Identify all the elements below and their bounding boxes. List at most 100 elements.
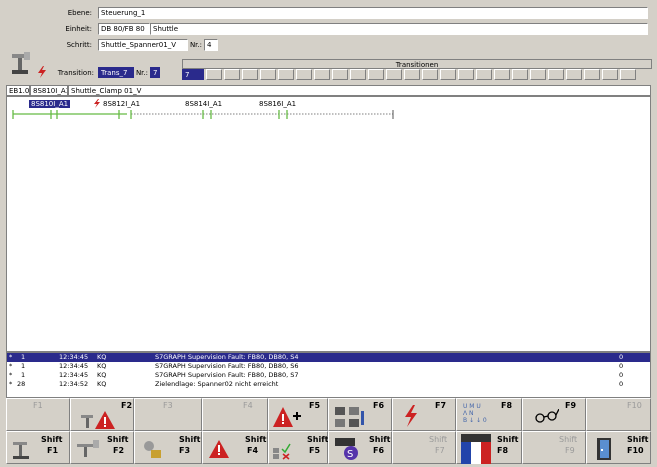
message-row[interactable]: * 28 12:34:52 KQ Zielendlage: Spanner02 … <box>7 380 650 389</box>
exit-door-icon <box>597 438 613 462</box>
path-seg-1[interactable]: EB1.0 <box>6 85 30 96</box>
shift-label: Shift <box>369 435 391 444</box>
msg-kind: KQ <box>97 371 107 379</box>
msg-mark: * <box>9 353 13 361</box>
transition-cell[interactable] <box>386 69 402 80</box>
transition-cell[interactable] <box>206 69 222 80</box>
transition-cell[interactable] <box>602 69 618 80</box>
f10-label: F10 <box>627 446 644 455</box>
machine-icon <box>13 438 33 462</box>
msg-text: S7GRAPH Supervision Fault: FB80, DB80, S… <box>155 371 299 379</box>
f8-key[interactable]: U M U Λ Ν B ↓ ↓ 0 F8 <box>456 398 522 431</box>
transition-cell[interactable] <box>494 69 510 80</box>
schritt-nr-field: 4 <box>204 39 218 51</box>
transition-cell[interactable] <box>548 69 564 80</box>
f2-label: F2 <box>113 446 125 455</box>
f3-label: F3 <box>163 401 173 410</box>
message-list[interactable]: * 1 12:34:45 KQ S7GRAPH Supervision Faul… <box>6 352 651 398</box>
shift-f8-key[interactable]: Shift F8 <box>456 431 522 464</box>
status-bits-icon: U M U Λ Ν B ↓ ↓ 0 <box>463 403 487 424</box>
transition-cell[interactable] <box>422 69 438 80</box>
network-icon <box>335 405 365 431</box>
transition-cell[interactable] <box>440 69 456 80</box>
shift-f5-key[interactable]: Shift F5 <box>268 431 329 464</box>
msg-time: 12:34:45 <box>59 362 89 370</box>
f8-label: F8 <box>497 446 509 455</box>
step-chain <box>12 110 394 119</box>
message-row-selected[interactable]: * 1 12:34:45 KQ S7GRAPH Supervision Faul… <box>7 353 650 362</box>
transition-cell[interactable] <box>404 69 420 80</box>
path-seg-2[interactable]: 8S810I_A1 <box>30 85 68 96</box>
path-seg-3[interactable]: Shuttle_Clamp 01_V <box>68 85 651 96</box>
transition-cell[interactable] <box>350 69 366 80</box>
shift-label: Shift <box>429 435 448 444</box>
f4-label: F4 <box>243 401 253 410</box>
shift-label: Shift <box>179 435 201 444</box>
transition-label: Transition: <box>57 69 94 77</box>
f10-key[interactable]: F10 <box>586 398 651 431</box>
message-row[interactable]: * 1 12:34:45 KQ S7GRAPH Supervision Faul… <box>7 362 650 371</box>
transition-cell[interactable] <box>242 69 258 80</box>
msg-time: 12:34:45 <box>59 353 89 361</box>
transition-cell[interactable] <box>368 69 384 80</box>
transition-cell[interactable] <box>566 69 582 80</box>
shift-label: Shift <box>245 435 267 444</box>
shift-f10-key[interactable]: Shift F10 <box>586 431 651 464</box>
transition-cell[interactable] <box>476 69 492 80</box>
component-icon <box>141 438 163 462</box>
add-fault-icon <box>273 405 303 431</box>
transition-cell[interactable] <box>620 69 636 80</box>
f2-key[interactable]: F2 <box>70 398 134 431</box>
f5-label: F5 <box>309 446 321 455</box>
msg-mark: * <box>9 380 13 388</box>
shift-f9-key[interactable]: Shift F9 <box>522 431 586 464</box>
transition-cell[interactable] <box>314 69 330 80</box>
shift-f1-key[interactable]: Shift F1 <box>6 431 70 464</box>
shift-f6-key[interactable]: S Shift F6 <box>328 431 392 464</box>
schritt-nr-label: Nr.: <box>189 41 202 49</box>
transition-field: Trans_7 <box>98 67 134 78</box>
machine-fault-icon <box>81 409 115 433</box>
f6-label: F6 <box>373 446 385 455</box>
f3-key[interactable]: F3 <box>134 398 202 431</box>
transition-cell[interactable] <box>278 69 294 80</box>
transition-nr-label: Nr.: <box>135 69 148 77</box>
f4-key[interactable]: F4 <box>202 398 268 431</box>
transition-cell-active[interactable]: 7 <box>182 69 204 80</box>
transition-cell[interactable] <box>260 69 276 80</box>
transition-cell[interactable] <box>584 69 600 80</box>
sequence-graph[interactable]: 8S810I_A1 8S812I_A1 8S814I_A1 8S816I_A1 <box>6 96 651 352</box>
f6-label: F6 <box>373 401 385 410</box>
f6-key[interactable]: F6 <box>328 398 392 431</box>
f9-label: F9 <box>565 446 575 455</box>
f9-key[interactable]: F9 <box>522 398 586 431</box>
transition-cell[interactable] <box>332 69 348 80</box>
transition-cell[interactable] <box>296 69 312 80</box>
svg-text:S: S <box>347 449 353 460</box>
msg-mark: * <box>9 371 13 379</box>
shift-f7-key[interactable]: Shift F7 <box>392 431 456 464</box>
f1-label: F1 <box>47 446 59 455</box>
check-cross-icon <box>273 440 297 462</box>
transition-cell[interactable] <box>224 69 240 80</box>
transition-cell[interactable] <box>530 69 546 80</box>
f5-key[interactable]: F5 <box>268 398 328 431</box>
msg-val: 0 <box>619 371 624 379</box>
f7-label: F7 <box>435 446 445 455</box>
f1-key[interactable]: F1 <box>6 398 70 431</box>
msg-num: 28 <box>17 380 26 388</box>
transitionen-label: Transitionen <box>395 61 439 69</box>
transition-cell[interactable] <box>512 69 528 80</box>
einheit-label: Einheit: <box>65 25 92 33</box>
shift-f2-key[interactable]: Shift F2 <box>70 431 134 464</box>
f7-key[interactable]: F7 <box>392 398 456 431</box>
shift-f4-key[interactable]: Shift F4 <box>202 431 268 464</box>
f1-label: F1 <box>33 401 43 410</box>
msg-kind: KQ <box>97 353 107 361</box>
shift-f3-key[interactable]: Shift F3 <box>134 431 202 464</box>
ebene-field: Steuerung_1 <box>98 7 648 19</box>
f2-label: F2 <box>121 401 133 410</box>
message-row[interactable]: * 1 12:34:45 KQ S7GRAPH Supervision Faul… <box>7 371 650 380</box>
f7-label: F7 <box>435 401 447 410</box>
transition-cell[interactable] <box>458 69 474 80</box>
